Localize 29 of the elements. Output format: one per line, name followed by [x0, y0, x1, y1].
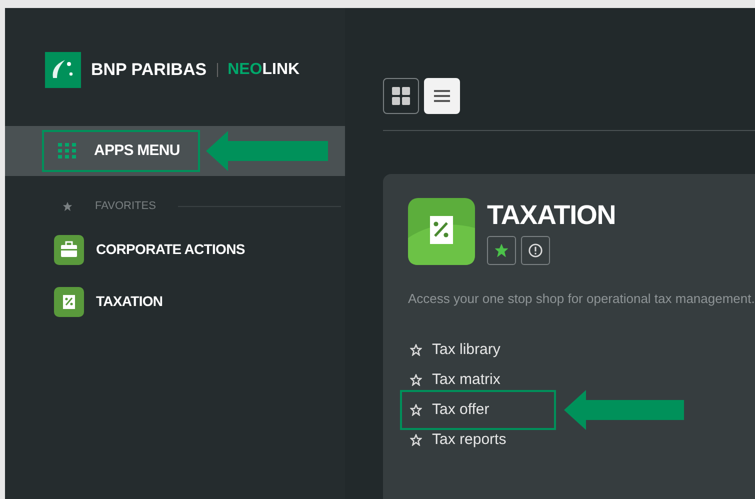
apps-menu-button[interactable]: APPS MENU [42, 130, 200, 172]
arrow-icon [206, 131, 328, 171]
favorite-link[interactable]: CORPORATE ACTIONS [96, 239, 245, 260]
star-icon [495, 244, 508, 257]
favorites-label: FAVORITES [95, 199, 156, 214]
arrow-icon [564, 390, 684, 430]
favorite-button[interactable] [487, 236, 516, 265]
star-icon [410, 344, 422, 356]
product-name: NEOLINK [228, 60, 300, 80]
receipt-icon [54, 286, 84, 316]
list-icon [434, 90, 450, 102]
grid-icon [392, 87, 410, 105]
app-description: Access your one stop shop for operational tax management. [408, 290, 755, 308]
app-link[interactable]: Tax offer [400, 390, 556, 430]
star-icon [410, 404, 422, 416]
grid-icon [58, 143, 76, 159]
brand-name: BNP PARIBAS [91, 59, 207, 82]
briefcase-icon [54, 234, 84, 264]
logo-icon [45, 52, 81, 88]
favorite-link[interactable]: TAXATION [96, 291, 163, 312]
grid-view-button[interactable] [383, 78, 419, 114]
star-icon [410, 374, 422, 386]
list-view-button[interactable] [424, 78, 460, 114]
info-icon [528, 243, 543, 258]
info-button[interactable] [521, 236, 550, 265]
receipt-icon [408, 198, 475, 265]
star-icon [410, 434, 422, 446]
app-title: TAXATION [487, 199, 616, 232]
star-icon [62, 200, 73, 212]
